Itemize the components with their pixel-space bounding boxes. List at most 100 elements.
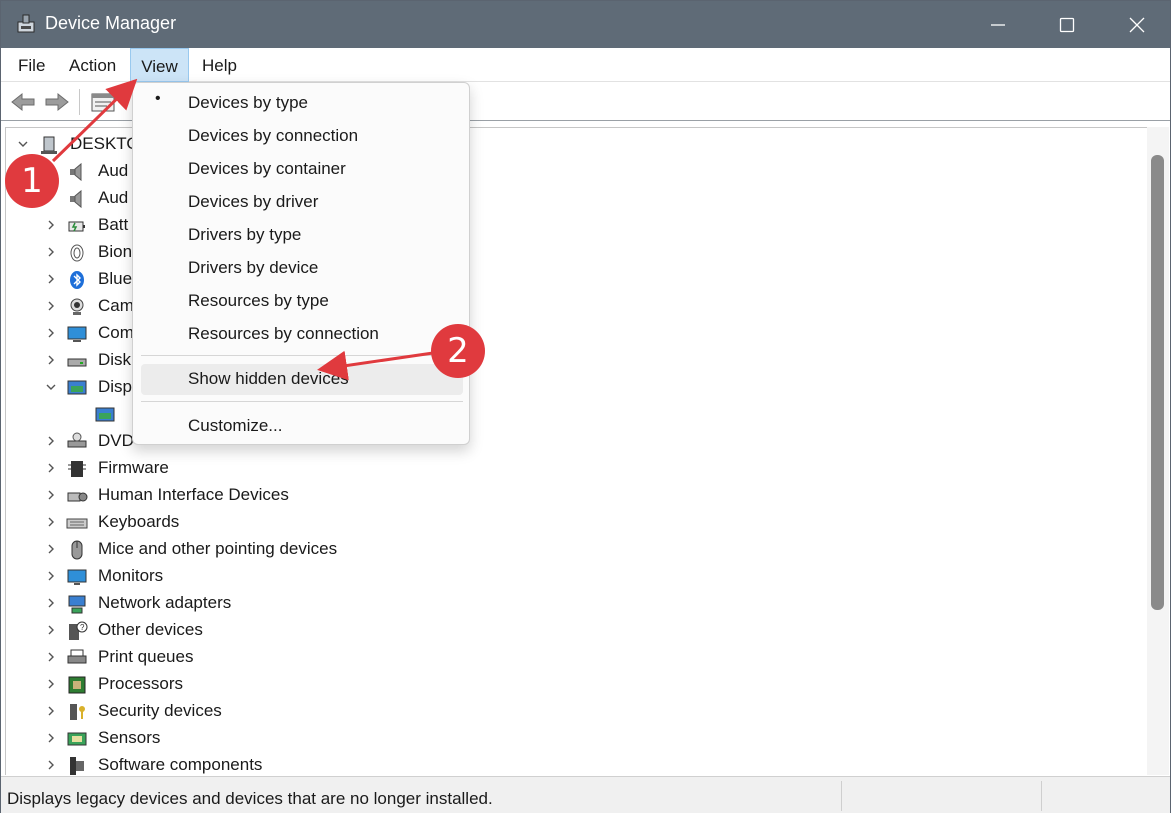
menu-item-label: Resources by type [188,291,329,310]
chevron-right-icon[interactable] [44,515,58,529]
menu-item-drivers-by-device[interactable]: Drivers by device [141,253,463,284]
forward-arrow-icon[interactable] [43,90,71,114]
menu-item-customize[interactable]: Customize... [141,411,463,442]
bluetooth-icon [70,271,84,289]
tree-item[interactable]: Print queues [6,644,1147,671]
tree-item-label: Firmware [98,458,169,477]
chevron-right-icon[interactable] [44,596,58,610]
menu-help[interactable]: Help [194,48,245,82]
chevron-right-icon[interactable] [44,569,58,583]
tree-item-label: Other devices [98,620,203,639]
unknown-device-icon: ? [69,621,88,640]
menu-item-devices-by-connection[interactable]: Devices by connection [141,121,463,152]
monitor-icon [67,569,87,585]
menu-action[interactable]: Action [61,48,124,82]
chevron-right-icon[interactable] [44,542,58,556]
tree-item[interactable]: Human Interface Devices [6,482,1147,509]
minimize-button[interactable] [963,1,1033,48]
menu-item-resources-by-connection[interactable]: Resources by connection [141,319,463,350]
chevron-right-icon[interactable] [44,218,58,232]
chevron-down-icon[interactable] [16,137,30,151]
back-arrow-icon[interactable] [9,90,37,114]
menu-bar: File Action View Help [1,48,1170,82]
chevron-right-icon[interactable] [44,353,58,367]
tree-item[interactable]: Software components [6,752,1147,775]
chevron-right-icon[interactable] [44,677,58,691]
menu-item-label: Devices by connection [188,126,359,145]
chevron-right-icon[interactable] [44,299,58,313]
device-manager-icon [17,14,35,33]
chevron-right-icon[interactable] [44,461,58,475]
display-adapter-icon [67,380,87,395]
tree-item[interactable]: Sensors [6,725,1147,752]
device-manager-window: Device Manager File Action View Help DES… [0,0,1171,813]
printer-icon [67,649,87,664]
mouse-icon [71,540,83,560]
chevron-right-icon[interactable] [44,731,58,745]
menu-item-show-hidden-devices[interactable]: Show hidden devices [141,364,463,395]
dvd-drive-icon [67,432,87,448]
menu-item-devices-by-type[interactable]: • Devices by type [141,88,463,119]
vertical-scrollbar[interactable] [1147,127,1169,775]
menu-separator [141,401,463,402]
chevron-right-icon[interactable] [44,650,58,664]
tree-item[interactable]: ? Other devices [6,617,1147,644]
security-key-icon [70,704,85,720]
processor-icon [68,676,86,694]
fingerprint-icon [70,244,84,262]
chevron-right-icon[interactable] [44,326,58,340]
hid-icon [67,492,88,502]
chevron-down-icon[interactable] [44,380,58,394]
menu-item-drivers-by-type[interactable]: Drivers by type [141,220,463,251]
menu-item-label: Customize... [188,416,283,435]
tree-item-label: Security devices [98,701,222,720]
status-text: Displays legacy devices and devices that… [7,789,493,808]
minimize-icon [991,23,1005,26]
menu-separator [141,355,463,356]
menu-item-devices-by-container[interactable]: Devices by container [141,154,463,185]
properties-icon[interactable] [89,90,117,114]
sensor-icon [67,732,87,746]
chevron-right-icon[interactable] [44,623,58,637]
scrollbar-thumb[interactable] [1151,155,1164,610]
menu-item-resources-by-type[interactable]: Resources by type [141,286,463,317]
chevron-right-icon[interactable] [44,704,58,718]
menu-item-devices-by-driver[interactable]: Devices by driver [141,187,463,218]
tree-item-label: Software components [98,755,263,774]
chevron-right-icon[interactable] [44,272,58,286]
chevron-right-icon[interactable] [44,434,58,448]
speaker-icon [70,189,82,209]
maximize-button[interactable] [1032,1,1102,48]
status-bar: Displays legacy devices and devices that… [1,776,1170,813]
menu-item-label: Devices by container [188,159,346,178]
tree-item-label: Aud [98,161,129,180]
menu-file[interactable]: File [10,48,53,82]
chevron-right-icon[interactable] [44,245,58,259]
tree-item-label: Cam [98,296,134,315]
window-title: Device Manager [45,13,177,33]
tree-item[interactable]: Network adapters [6,590,1147,617]
checked-bullet-icon: • [155,90,161,107]
software-component-icon [70,757,84,775]
camera-icon [70,298,84,315]
tree-item[interactable]: Monitors [6,563,1147,590]
battery-icon [68,221,85,232]
chevron-right-icon[interactable] [44,488,58,502]
tree-item[interactable]: Keyboards [6,509,1147,536]
menu-item-label: Drivers by device [188,258,319,277]
tree-item-label: Network adapters [98,593,232,612]
close-button[interactable] [1102,1,1171,48]
tree-item[interactable]: Mice and other pointing devices [6,536,1147,563]
tree-item[interactable]: Firmware [6,455,1147,482]
annotation-badge-2: 2 [431,324,485,378]
tree-item[interactable]: Security devices [6,698,1147,725]
speaker-icon [70,162,82,182]
tree-item-label: Human Interface Devices [98,485,289,504]
tree-item-label: Keyboards [98,512,180,531]
menu-view[interactable]: View [130,48,189,82]
svg-text:?: ? [80,623,85,632]
menu-item-label: Show hidden devices [188,369,349,388]
display-adapter-icon [95,407,115,422]
tree-item[interactable]: Processors [6,671,1147,698]
chevron-right-icon[interactable] [44,758,58,772]
